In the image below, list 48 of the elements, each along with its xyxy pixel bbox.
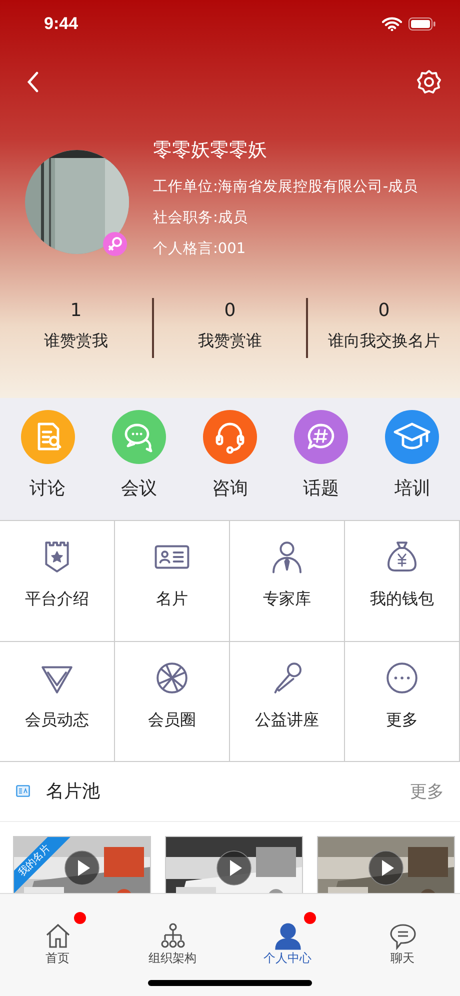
tab-item[interactable]: 个人中心 <box>230 894 345 974</box>
feature-tile[interactable]: 专家库 <box>230 521 345 642</box>
female-icon <box>103 232 127 256</box>
profile-detail: 社会职务:成员 <box>153 209 249 228</box>
play-icon[interactable] <box>368 850 404 886</box>
person-icon <box>274 922 302 950</box>
back-icon[interactable] <box>26 71 40 93</box>
action-label[interactable]: 培训 <box>394 476 430 500</box>
card-icon <box>16 785 30 797</box>
status-time: 9:44 <box>44 14 78 34</box>
headset-icon[interactable] <box>202 410 257 464</box>
stat-label: 谁向我交换名片 <box>328 331 440 352</box>
org-chart-icon <box>158 922 186 950</box>
graduation-cap-icon[interactable] <box>385 410 440 464</box>
stat-count: 0 <box>378 300 390 321</box>
action-label[interactable]: 话题 <box>303 476 340 500</box>
more-link[interactable]: 更多 <box>410 780 444 802</box>
tab-item[interactable]: 首页 <box>0 894 115 974</box>
stat-count: 1 <box>70 300 82 321</box>
play-icon[interactable] <box>64 850 100 886</box>
chat-bubble-icon <box>388 922 416 950</box>
stat-label: 谁赞赏我 <box>44 331 108 352</box>
tab-item[interactable]: 聊天 <box>345 894 460 974</box>
profile-detail: 工作单位:海南省发展控股有限公司-成员 <box>153 178 418 197</box>
battery-icon <box>408 17 436 31</box>
tab-item[interactable]: 组织架构 <box>115 894 230 974</box>
feature-tile[interactable]: 更多 <box>345 642 460 762</box>
settings-icon[interactable] <box>416 69 442 95</box>
feature-tile[interactable]: 会员动态 <box>0 642 115 762</box>
hashtag-bubble-icon[interactable] <box>294 410 348 464</box>
action-label[interactable]: 会议 <box>120 476 157 500</box>
section-title: 名片池 <box>46 780 100 803</box>
wifi-icon <box>382 17 402 31</box>
aperture-icon <box>154 660 190 696</box>
feature-tile[interactable]: 名片 <box>115 521 230 642</box>
user-name: 零零妖零零妖 <box>153 138 268 163</box>
feature-tile[interactable]: 我的钱包 <box>345 521 460 642</box>
stat-count: 0 <box>224 300 236 321</box>
action-label[interactable]: 讨论 <box>30 476 66 500</box>
feature-tile[interactable]: 公益讲座 <box>230 642 345 762</box>
action-label[interactable]: 咨询 <box>212 476 248 500</box>
feature-tile[interactable]: 平台介绍 <box>0 521 115 642</box>
feature-tile[interactable]: 会员圈 <box>115 642 230 762</box>
more-icon <box>384 660 420 696</box>
play-icon[interactable] <box>216 850 252 886</box>
home-icon <box>44 922 72 950</box>
profile-detail: 个人格言:001 <box>153 240 247 259</box>
stat-label: 我赞赏谁 <box>198 331 262 352</box>
